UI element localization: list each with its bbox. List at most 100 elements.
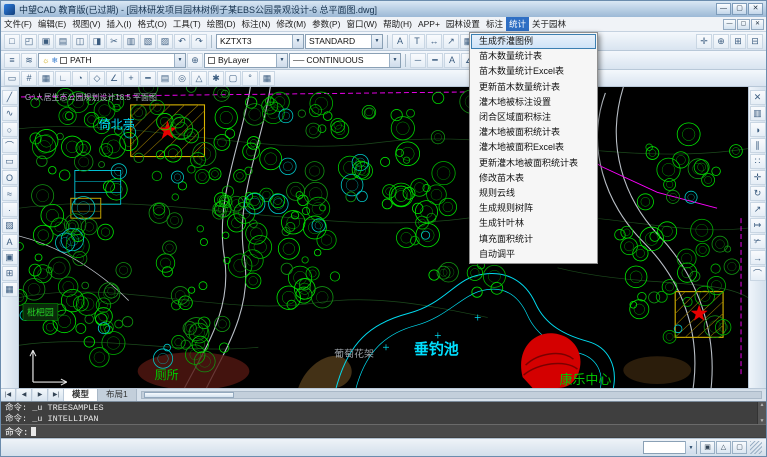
layer-properties-icon[interactable]: ≡	[4, 53, 20, 68]
stretch-icon[interactable]: ↦	[750, 218, 766, 233]
line-icon[interactable]: ╱	[2, 90, 18, 105]
mtext-icon[interactable]: T	[409, 34, 425, 49]
scale-icon[interactable]: ↗	[750, 202, 766, 217]
ortho-icon[interactable]: ∟	[55, 71, 71, 86]
insert-block-icon[interactable]: ⊞	[2, 266, 18, 281]
match-properties-icon[interactable]: ▨	[157, 34, 173, 49]
dyn-icon[interactable]: +	[123, 71, 139, 86]
mdi-minimize-icon[interactable]: —	[723, 19, 736, 30]
menu-item-参数(P)[interactable]: 参数(P)	[309, 17, 343, 31]
block-icon[interactable]: ▣	[2, 250, 18, 265]
menu-item-绘图(D)[interactable]: 绘图(D)	[204, 17, 239, 31]
clean-screen-toggle-icon[interactable]: ▢	[732, 441, 747, 454]
menu-option-灌木地被标注设置[interactable]: 灌木地被标注设置	[471, 95, 596, 110]
preview-icon[interactable]: ◫	[72, 34, 88, 49]
menu-option-自动调平[interactable]: 自动调平	[471, 247, 596, 262]
erase-icon[interactable]: ✕	[750, 90, 766, 105]
menu-option-更新灌木地被面积统计表[interactable]: 更新灌木地被面积统计表	[471, 156, 596, 171]
table-icon[interactable]: ▦	[2, 282, 18, 297]
menu-item-统计[interactable]: 统计	[506, 17, 529, 31]
mirror-icon[interactable]: ◑	[750, 122, 766, 137]
menu-item-标注[interactable]: 标注	[483, 17, 506, 31]
menu-item-工具(T)[interactable]: 工具(T)	[170, 17, 204, 31]
dim-style-combo[interactable]: STANDARD ▼	[305, 34, 383, 49]
text-style-combo[interactable]: KZTXT3 ▼	[216, 34, 304, 49]
publish-icon[interactable]: ◨	[89, 34, 105, 49]
minimize-icon[interactable]: —	[716, 3, 731, 15]
mdi-close-icon[interactable]: ✕	[751, 19, 764, 30]
menu-item-插入(I)[interactable]: 插入(I)	[104, 17, 135, 31]
linetype-combo[interactable]: ── CONTINUOUS ▼	[289, 53, 401, 68]
extend-icon[interactable]: →	[750, 250, 766, 265]
zoom-window-icon[interactable]: ⊞	[730, 34, 746, 49]
leader-icon[interactable]: ↗	[443, 34, 459, 49]
menu-item-窗口(W)[interactable]: 窗口(W)	[343, 17, 380, 31]
copy-icon[interactable]: ▥	[123, 34, 139, 49]
trim-icon[interactable]: ✃	[750, 234, 766, 249]
grid-icon[interactable]: ▦	[38, 71, 54, 86]
color-combo[interactable]: ByLayer ▼	[204, 53, 288, 68]
otrack-icon[interactable]: ∠	[106, 71, 122, 86]
polyline-icon[interactable]: ∿	[2, 106, 18, 121]
hatch-icon[interactable]: ▨	[2, 218, 18, 233]
drawing-canvas[interactable]: G:\人居生态公园规划设计18.5 平面图倚北亭枇杷园厕所葡萄花架垂钓池康乐中心	[19, 87, 748, 388]
tab-布局1[interactable]: 布局1	[98, 389, 137, 401]
prev-tab-icon[interactable]: ◀	[17, 389, 32, 401]
menu-item-APP+[interactable]: APP+	[415, 18, 443, 30]
layer-combo[interactable]: ☼ ❄ PATH ▼	[38, 53, 186, 68]
menu-option-填充面积统计[interactable]: 填充面积统计	[471, 232, 596, 247]
circle-icon[interactable]: ○	[2, 122, 18, 137]
menu-option-更新苗木数量统计表[interactable]: 更新苗木数量统计表	[471, 80, 596, 95]
selection-cycling-icon[interactable]: ◎	[174, 71, 190, 86]
menu-item-标注(N)[interactable]: 标注(N)	[239, 17, 274, 31]
menu-option-生成规则树阵[interactable]: 生成规则树阵	[471, 201, 596, 216]
scrollbar-thumb[interactable]	[144, 392, 234, 398]
text-icon[interactable]: A	[392, 34, 408, 49]
menu-option-生成乔灌图例[interactable]: 生成乔灌图例	[471, 34, 596, 49]
new-icon[interactable]: □	[4, 34, 20, 49]
redo-icon[interactable]: ↷	[191, 34, 207, 49]
plot-icon[interactable]: ▤	[55, 34, 71, 49]
status-combo[interactable]: ▼	[643, 441, 697, 454]
model-space-icon[interactable]: ▭	[4, 71, 20, 86]
dimension-icon[interactable]: ↔	[426, 34, 442, 49]
open-icon[interactable]: ◰	[21, 34, 37, 49]
maximize-icon[interactable]: ▢	[732, 3, 747, 15]
menu-item-帮助(H)[interactable]: 帮助(H)	[380, 17, 415, 31]
menu-option-规则云线[interactable]: 规则云线	[471, 186, 596, 201]
menu-option-苗木数量统计Excel表[interactable]: 苗木数量统计Excel表	[471, 64, 596, 79]
chevron-down-icon[interactable]: ▼	[292, 35, 303, 48]
model-paper-toggle-icon[interactable]: ▣	[700, 441, 715, 454]
array-icon[interactable]: ∷	[750, 154, 766, 169]
text-icon[interactable]: A	[2, 234, 18, 249]
move-icon[interactable]: ✛	[750, 170, 766, 185]
next-tab-icon[interactable]: ▶	[33, 389, 48, 401]
mdi-restore-icon[interactable]: ▢	[737, 19, 750, 30]
menu-option-灌木地被面积Excel表[interactable]: 灌木地被面积Excel表	[471, 140, 596, 155]
polar-icon[interactable]: ◔	[72, 71, 88, 86]
quick-properties-icon[interactable]: ▤	[157, 71, 173, 86]
snap-icon[interactable]: #	[21, 71, 37, 86]
workspace-icon[interactable]: ✱	[208, 71, 224, 86]
menu-item-格式(O)[interactable]: 格式(O)	[135, 17, 170, 31]
save-icon[interactable]: ▣	[38, 34, 54, 49]
chevron-down-icon[interactable]: ▼	[371, 35, 382, 48]
command-scrollbar[interactable]: ▲▼	[757, 402, 766, 424]
menu-option-苗木数量统计表[interactable]: 苗木数量统计表	[471, 49, 596, 64]
fillet-icon[interactable]: ⌒	[750, 266, 766, 281]
menu-item-园林设置[interactable]: 园林设置	[443, 17, 483, 31]
cut-icon[interactable]: ✂	[106, 34, 122, 49]
layer-states-icon[interactable]: ≋	[21, 53, 37, 68]
drawing-viewport[interactable]: G:\人居生态公园规划设计18.5 平面图倚北亭枇杷园厕所葡萄花架垂钓池康乐中心	[19, 87, 748, 388]
menu-item-修改(M)[interactable]: 修改(M)	[273, 17, 309, 31]
menu-option-灌木地被面积统计表[interactable]: 灌木地被面积统计表	[471, 125, 596, 140]
last-tab-icon[interactable]: ▶|	[49, 389, 64, 401]
lineweight-icon[interactable]: ━	[427, 53, 443, 68]
horizontal-scrollbar[interactable]	[141, 391, 762, 399]
chevron-down-icon[interactable]: ▼	[685, 441, 696, 454]
menu-option-闭合区域面积标注[interactable]: 闭合区域面积标注	[471, 110, 596, 125]
copy-icon[interactable]: ▥	[750, 106, 766, 121]
chevron-down-icon[interactable]: ▼	[174, 54, 185, 67]
undo-icon[interactable]: ↶	[174, 34, 190, 49]
rectangle-icon[interactable]: ▭	[2, 154, 18, 169]
